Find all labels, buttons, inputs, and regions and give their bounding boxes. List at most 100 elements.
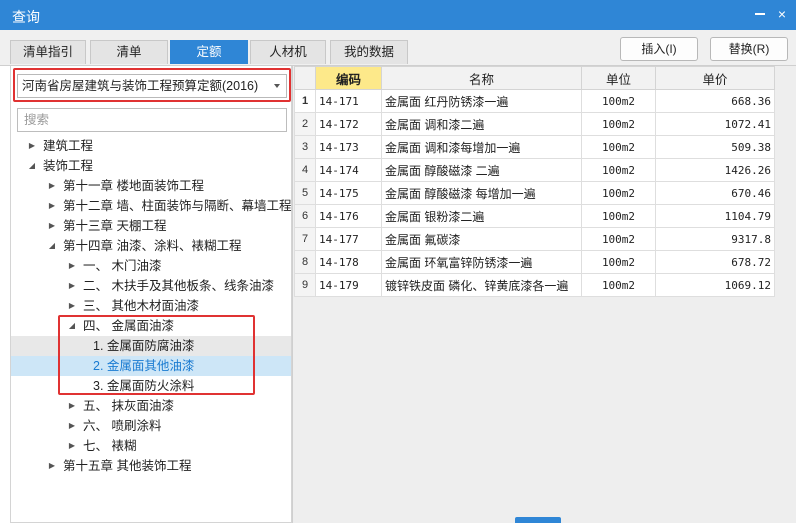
name-cell[interactable]: 金属面 醇酸磁漆 二遍: [381, 158, 582, 182]
unit-cell[interactable]: 100m2: [581, 181, 656, 205]
column-header-unit[interactable]: 单位: [581, 66, 656, 90]
tab-bill[interactable]: 清单: [90, 40, 168, 64]
name-cell[interactable]: 金属面 调和漆每增加一遍: [381, 135, 582, 159]
caret-collapsed-icon[interactable]: ▶: [67, 296, 77, 316]
column-header-price[interactable]: 单价: [655, 66, 775, 90]
tree-node[interactable]: ▶ 七、 裱糊: [11, 436, 291, 456]
row-number-cell[interactable]: 3: [294, 135, 316, 159]
row-number-cell[interactable]: 5: [294, 181, 316, 205]
code-cell[interactable]: 14-178: [315, 250, 382, 274]
table-row[interactable]: 8 14-178 金属面 环氧富锌防锈漆一遍 100m2 678.72: [294, 250, 775, 274]
price-cell[interactable]: 668.36: [655, 89, 775, 113]
price-cell[interactable]: 1104.79: [655, 204, 775, 228]
unit-cell[interactable]: 100m2: [581, 158, 656, 182]
replace-button[interactable]: 替换(R): [710, 37, 788, 61]
row-number-cell[interactable]: 2: [294, 112, 316, 136]
unit-cell[interactable]: 100m2: [581, 250, 656, 274]
tree-node[interactable]: ▶ 第十五章 其他装饰工程: [11, 456, 291, 476]
row-number-cell[interactable]: 6: [294, 204, 316, 228]
tree-node[interactable]: ▶ 第十三章 天棚工程: [11, 216, 291, 236]
code-cell[interactable]: 14-176: [315, 204, 382, 228]
minimize-icon[interactable]: [752, 6, 768, 22]
tab-quota[interactable]: 定额: [170, 40, 248, 64]
table-row[interactable]: 4 14-174 金属面 醇酸磁漆 二遍 100m2 1426.26: [294, 158, 775, 182]
caret-collapsed-icon[interactable]: ▶: [67, 416, 77, 436]
tab-bill-guide[interactable]: 清单指引: [10, 40, 86, 64]
table-row[interactable]: 1 14-171 金属面 红丹防锈漆一遍 100m2 668.36: [294, 89, 775, 113]
tab-labor-material-machine[interactable]: 人材机: [250, 40, 326, 64]
caret-collapsed-icon[interactable]: ▶: [27, 136, 37, 156]
unit-cell[interactable]: 100m2: [581, 273, 656, 297]
price-cell[interactable]: 678.72: [655, 250, 775, 274]
search-input[interactable]: [17, 108, 287, 132]
column-header-code[interactable]: 编码: [315, 66, 382, 90]
name-cell[interactable]: 金属面 氟碳漆: [381, 227, 582, 251]
name-cell[interactable]: 金属面 醇酸磁漆 每增加一遍: [381, 181, 582, 205]
tab-my-data[interactable]: 我的数据: [330, 40, 408, 64]
tree-node[interactable]: ▶ 建筑工程: [11, 136, 291, 156]
row-number-cell[interactable]: 1: [294, 89, 316, 113]
tree-node[interactable]: ▶ 第十一章 楼地面装饰工程: [11, 176, 291, 196]
caret-expanded-icon[interactable]: ◢: [67, 316, 77, 336]
column-header-name[interactable]: 名称: [381, 66, 582, 90]
tree-node[interactable]: ▶ 五、 抹灰面油漆: [11, 396, 291, 416]
tree-node[interactable]: ◢ 四、 金属面油漆: [11, 316, 291, 336]
table-row[interactable]: 5 14-175 金属面 醇酸磁漆 每增加一遍 100m2 670.46: [294, 181, 775, 205]
tree-node[interactable]: ▶ 六、 喷刷涂料: [11, 416, 291, 436]
chevron-down-icon[interactable]: [274, 84, 280, 88]
caret-collapsed-icon[interactable]: ▶: [67, 436, 77, 456]
unit-cell[interactable]: 100m2: [581, 135, 656, 159]
unit-cell[interactable]: 100m2: [581, 227, 656, 251]
code-cell[interactable]: 14-173: [315, 135, 382, 159]
table-row[interactable]: 9 14-179 镀锌铁皮面 磷化、锌黄底漆各一遍 100m2 1069.12: [294, 273, 775, 297]
name-cell[interactable]: 金属面 环氧富锌防锈漆一遍: [381, 250, 582, 274]
name-cell[interactable]: 镀锌铁皮面 磷化、锌黄底漆各一遍: [381, 273, 582, 297]
price-cell[interactable]: 9317.8: [655, 227, 775, 251]
tree-node[interactable]: ◢ 第十四章 油漆、涂料、裱糊工程: [11, 236, 291, 256]
caret-collapsed-icon[interactable]: ▶: [67, 256, 77, 276]
price-cell[interactable]: 1072.41: [655, 112, 775, 136]
table-row[interactable]: 3 14-173 金属面 调和漆每增加一遍 100m2 509.38: [294, 135, 775, 159]
caret-collapsed-icon[interactable]: ▶: [47, 216, 57, 236]
price-cell[interactable]: 1426.26: [655, 158, 775, 182]
close-icon[interactable]: ×: [774, 6, 790, 22]
code-cell[interactable]: 14-175: [315, 181, 382, 205]
name-cell[interactable]: 金属面 银粉漆二遍: [381, 204, 582, 228]
name-cell[interactable]: 金属面 红丹防锈漆一遍: [381, 89, 582, 113]
row-number-cell[interactable]: 7: [294, 227, 316, 251]
tree-node[interactable]: 2. 金属面其他油漆: [11, 356, 291, 376]
resize-grip-icon[interactable]: [515, 517, 561, 523]
table-row[interactable]: 7 14-177 金属面 氟碳漆 100m2 9317.8: [294, 227, 775, 251]
unit-cell[interactable]: 100m2: [581, 112, 656, 136]
tree-node[interactable]: ▶ 三、 其他木材面油漆: [11, 296, 291, 316]
table-row[interactable]: 2 14-172 金属面 调和漆二遍 100m2 1072.41: [294, 112, 775, 136]
row-number-cell[interactable]: 4: [294, 158, 316, 182]
caret-collapsed-icon[interactable]: ▶: [47, 456, 57, 476]
tree-node[interactable]: ▶ 一、 木门油漆: [11, 256, 291, 276]
tree-node[interactable]: ▶ 第十二章 墙、柱面装饰与隔断、幕墙工程: [11, 196, 292, 216]
caret-collapsed-icon[interactable]: ▶: [47, 176, 57, 196]
tree-node[interactable]: 1. 金属面防腐油漆: [11, 336, 291, 356]
quota-library-select[interactable]: 河南省房屋建筑与装饰工程预算定额(2016): [17, 74, 287, 98]
code-cell[interactable]: 14-171: [315, 89, 382, 113]
code-cell[interactable]: 14-172: [315, 112, 382, 136]
unit-cell[interactable]: 100m2: [581, 89, 656, 113]
caret-collapsed-icon[interactable]: ▶: [67, 396, 77, 416]
table-row[interactable]: 6 14-176 金属面 银粉漆二遍 100m2 1104.79: [294, 204, 775, 228]
tree-node[interactable]: ▶ 二、 木扶手及其他板条、线条油漆: [11, 276, 291, 296]
price-cell[interactable]: 670.46: [655, 181, 775, 205]
caret-expanded-icon[interactable]: ◢: [27, 156, 37, 176]
name-cell[interactable]: 金属面 调和漆二遍: [381, 112, 582, 136]
caret-collapsed-icon[interactable]: ▶: [47, 196, 57, 216]
tree-node[interactable]: 3. 金属面防火涂料: [11, 376, 291, 396]
insert-button[interactable]: 插入(I): [620, 37, 698, 61]
row-number-cell[interactable]: 8: [294, 250, 316, 274]
caret-expanded-icon[interactable]: ◢: [47, 236, 57, 256]
code-cell[interactable]: 14-174: [315, 158, 382, 182]
code-cell[interactable]: 14-177: [315, 227, 382, 251]
price-cell[interactable]: 509.38: [655, 135, 775, 159]
row-number-cell[interactable]: 9: [294, 273, 316, 297]
tree-node[interactable]: ◢ 装饰工程: [11, 156, 291, 176]
code-cell[interactable]: 14-179: [315, 273, 382, 297]
caret-collapsed-icon[interactable]: ▶: [67, 276, 77, 296]
